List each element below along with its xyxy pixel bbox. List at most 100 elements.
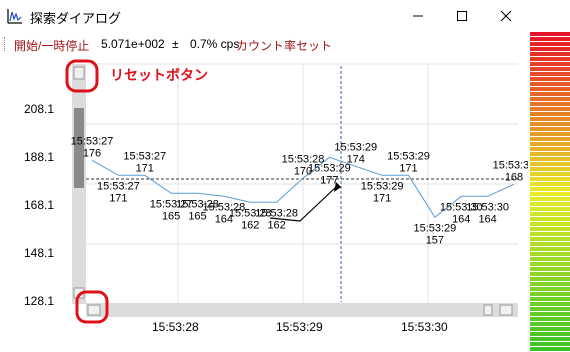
reset-button-annotation: リセットボタン [110,67,208,83]
meter-bar [530,87,570,91]
data-point-time: 15:53:29 [308,162,351,174]
x-tick-label: 15:53:29 [276,320,323,334]
meter-bar [530,67,570,71]
meter-bar [530,122,570,126]
meter-bar [530,347,570,351]
data-point-value: 171 [399,162,417,174]
close-icon [500,10,512,22]
meter-bar [530,237,570,241]
y-tick-label: 168.1 [24,198,55,212]
meter-bar [530,282,570,286]
meter-bar [530,302,570,306]
meter-bar [530,97,570,101]
meter-bar [530,142,570,146]
meter-bar [530,317,570,321]
meter-bar [530,102,570,106]
data-point-value: 165 [162,210,180,222]
count-rate-set-button[interactable]: カウント率セット [236,37,332,54]
start-pause-button[interactable]: 開始/一時停止 [14,37,89,54]
data-point-time: 15:53:27 [123,150,166,162]
meter-bar [530,77,570,81]
maximize-icon [457,11,467,21]
data-point-value: 171 [373,192,391,204]
y-tick-label: 128.1 [24,294,55,308]
meter-bar [530,227,570,231]
close-button[interactable] [484,0,528,32]
meter-bar [530,232,570,236]
meter-bar [530,342,570,346]
meter-bar [530,82,570,86]
data-point-time: 15:53:29 [387,150,430,162]
window-title: 探索ダイアログ [30,11,122,26]
meter-bar [530,132,570,136]
maximize-button[interactable] [440,0,484,32]
data-point-time: 15:53:29 [361,180,404,192]
measurement-error: 0.7% cps [190,37,240,51]
toolbar: 開始/一時停止 5.071e+002 ± 0.7% cps カウント率セット [0,33,528,55]
meter-bar [530,332,570,336]
scroll-right-icon[interactable] [499,304,513,316]
data-point-time: 15:53:29 [413,222,456,234]
meter-bar [530,32,570,36]
data-point-value: 176 [83,147,101,159]
meter-bar [530,167,570,171]
meter-bar [530,272,570,276]
meter-bar [530,107,570,111]
scroll-left-icon[interactable] [87,304,101,316]
meter-bar [530,147,570,151]
data-point-value: 174 [347,153,365,165]
data-point-time: 15:53:30 [493,159,528,171]
meter-bar [530,112,570,116]
meter-bar [530,162,570,166]
data-point-time: 15:53:27 [71,135,114,147]
data-point-time: 15:53:28 [255,207,298,219]
toolbar-grip[interactable] [4,37,7,51]
data-point-time: 15:53:30 [466,201,509,213]
data-point-value: 162 [267,219,285,231]
data-point-value: 157 [426,234,444,246]
horizontal-scrollbar[interactable] [86,303,518,317]
meter-bar [530,312,570,316]
meter-bar [530,287,570,291]
meter-bar [530,242,570,246]
meter-bar [530,257,570,261]
title-bar: 探索ダイアログ [0,0,528,32]
minimize-button[interactable] [396,0,440,32]
measurement-value: 5.071e+002 [101,37,165,51]
meter-bar [530,262,570,266]
meter-bar [530,187,570,191]
meter-bar [530,267,570,271]
meter-bar [530,297,570,301]
data-point-value: 168 [505,171,523,183]
meter-bar [530,202,570,206]
meter-bar [530,207,570,211]
data-point-value: 171 [136,162,154,174]
data-point-value: 164 [452,213,470,225]
meter-bar [530,252,570,256]
meter-bar [530,292,570,296]
meter-bar [530,37,570,41]
data-point-value: 171 [109,192,127,204]
plus-minus-sign: ± [172,37,179,51]
meter-bar [530,127,570,131]
scroll-up-icon[interactable] [73,66,85,80]
meter-bar [530,197,570,201]
data-point-time: 15:53:29 [334,141,377,153]
data-point-value: 177 [320,174,338,186]
meter-bar [530,327,570,331]
meter-bar [530,152,570,156]
app-chart-icon [7,9,22,24]
meter-bar [530,177,570,181]
meter-bar [530,62,570,66]
meter-bar [530,337,570,341]
meter-bar [530,307,570,311]
scroll-range-handle[interactable] [483,304,493,316]
meter-bar [530,247,570,251]
meter-bar [530,117,570,121]
data-point-time: 15:53:27 [97,180,140,192]
meter-bar [530,92,570,96]
meter-bar [530,57,570,61]
meter-bar [530,42,570,46]
data-point-value: 162 [241,219,259,231]
meter-bar [530,212,570,216]
